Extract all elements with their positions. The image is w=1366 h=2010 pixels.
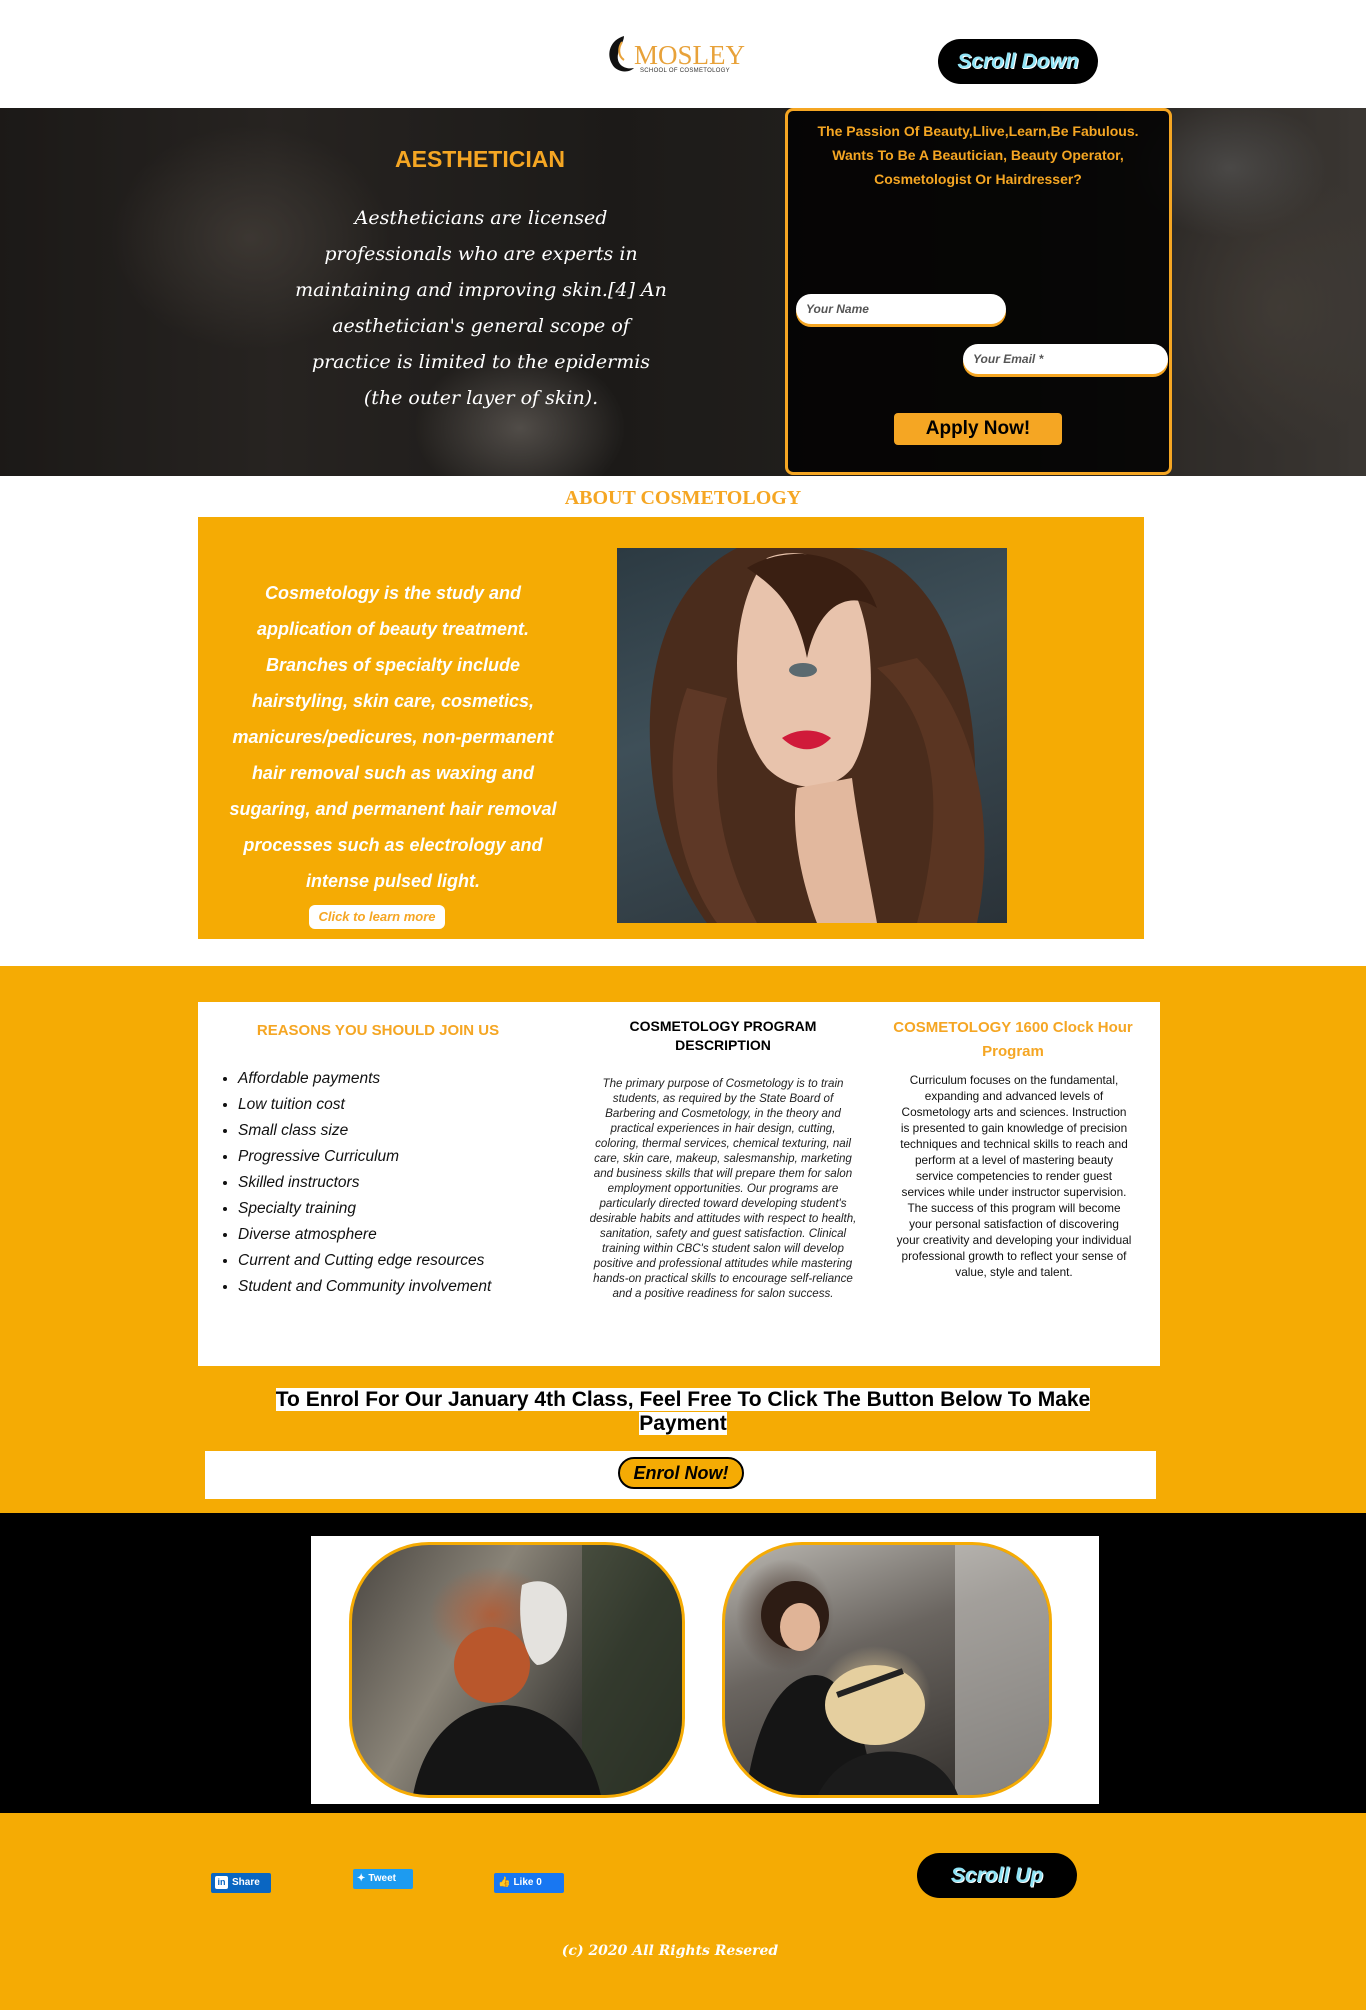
- hero-description: Aestheticians are licensed professionals…: [295, 207, 667, 409]
- model-portrait-image: [649, 548, 985, 923]
- salon-photo-1: [349, 1542, 685, 1798]
- program-title: COSMETOLOGY PROGRAM DESCRIPTION: [629, 1018, 817, 1053]
- site-logo[interactable]: MOSLEY SCHOOL OF COSMETOLOGY: [600, 34, 745, 80]
- form-heading: The Passion Of Beauty,Llive,Learn,Be Fab…: [808, 119, 1148, 191]
- clock-hour-text: Curriculum focuses on the fundamental, e…: [896, 1072, 1132, 1280]
- about-title: ABOUT COSMETOLOGY: [564, 487, 802, 509]
- enrol-bar: Enrol Now!: [205, 1451, 1156, 1499]
- hero-title: AESTHETICIAN: [395, 146, 565, 172]
- hero-section: AESTHETICIAN Aestheticians are licensed …: [0, 108, 1366, 476]
- site-footer: in Share ✦ Tweet 👍 Like 0 Scroll Up (c) 202…: [0, 1813, 1366, 2010]
- form-heading-line2: Wants To Be A Beautician, Beauty Operato…: [832, 147, 1124, 187]
- about-section: Cosmetology is the study and application…: [198, 517, 1144, 939]
- reasons-card: REASONS YOU SHOULD JOIN US Affordable pa…: [198, 1002, 583, 1366]
- linkedin-share-button[interactable]: in Share: [211, 1873, 271, 1893]
- reasons-list: Affordable payments Low tuition cost Sma…: [238, 1066, 491, 1300]
- info-cards: REASONS YOU SHOULD JOIN US Affordable pa…: [198, 1002, 1160, 1366]
- gallery-card: [311, 1536, 1099, 1804]
- list-item: Affordable payments: [238, 1066, 491, 1092]
- list-item: Specialty training: [238, 1196, 491, 1222]
- twitter-icon: ✦: [357, 1873, 366, 1884]
- clock-hour-paragraph-2: The success of this program will become …: [896, 1201, 1132, 1279]
- tweet-label: Tweet: [368, 1873, 396, 1884]
- stylist-curling-image: [745, 1545, 1049, 1795]
- program-text: The primary purpose of Cosmetology is to…: [589, 1077, 857, 1300]
- list-item: Current and Cutting edge resources: [238, 1248, 491, 1274]
- reasons-section: REASONS YOU SHOULD JOIN US Affordable pa…: [0, 966, 1366, 1513]
- reasons-title: REASONS YOU SHOULD JOIN US: [256, 1022, 500, 1039]
- list-item: Small class size: [238, 1118, 491, 1144]
- enrol-now-button[interactable]: Enrol Now!: [618, 1457, 744, 1489]
- facebook-like-button[interactable]: 👍 Like 0: [494, 1873, 564, 1893]
- list-item: Diverse atmosphere: [238, 1222, 491, 1248]
- apply-now-button[interactable]: Apply Now!: [894, 413, 1062, 445]
- name-input[interactable]: Your Name: [796, 294, 1006, 324]
- twitter-tweet-button[interactable]: ✦ Tweet: [353, 1869, 413, 1889]
- list-item: Low tuition cost: [238, 1092, 491, 1118]
- salon-photo-2: [722, 1542, 1052, 1798]
- list-item: Skilled instructors: [238, 1170, 491, 1196]
- list-item: Progressive Curriculum: [238, 1144, 491, 1170]
- enrol-heading: To Enrol For Our January 4th Class, Feel…: [250, 1388, 1116, 1436]
- gallery-section: [0, 1513, 1366, 1813]
- about-description: Cosmetology is the study and application…: [229, 583, 557, 891]
- list-item: Student and Community involvement: [238, 1274, 491, 1300]
- site-header: MOSLEY SCHOOL OF COSMETOLOGY Scroll Down: [0, 0, 1366, 108]
- stylist-client-image: [413, 1545, 682, 1795]
- form-heading-line1: The Passion Of Beauty,Llive,Learn,Be Fab…: [817, 123, 1139, 139]
- logo-wordmark: MOSLEY: [634, 40, 746, 70]
- logo-subtitle: SCHOOL OF COSMETOLOGY: [640, 68, 730, 74]
- email-input[interactable]: Your Email *: [963, 344, 1168, 374]
- program-description-card: COSMETOLOGY PROGRAM DESCRIPTION The prim…: [583, 1002, 863, 1366]
- share-label: Share: [232, 1877, 260, 1888]
- clock-hour-card: COSMETOLOGY 1600 Clock Hour Program Curr…: [866, 1002, 1160, 1366]
- like-label: Like 0: [513, 1877, 542, 1888]
- model-photo: [617, 548, 1007, 923]
- scroll-up-button[interactable]: Scroll Up: [917, 1853, 1077, 1898]
- application-form: The Passion Of Beauty,Llive,Learn,Be Fab…: [785, 108, 1172, 475]
- linkedin-icon: in: [215, 1875, 228, 1889]
- thumbs-up-icon: 👍: [498, 1877, 511, 1888]
- enrol-heading-text: To Enrol For Our January 4th Class, Feel…: [275, 1388, 1091, 1435]
- learn-more-button[interactable]: Click to learn more: [309, 905, 445, 929]
- copyright-text: (c) 2020 All Rights Resered: [561, 1943, 779, 1959]
- clock-hour-title: COSMETOLOGY 1600 Clock Hour Program: [893, 1019, 1133, 1060]
- scroll-down-button[interactable]: Scroll Down: [938, 39, 1098, 84]
- clock-hour-paragraph-1: Curriculum focuses on the fundamental, e…: [900, 1073, 1128, 1199]
